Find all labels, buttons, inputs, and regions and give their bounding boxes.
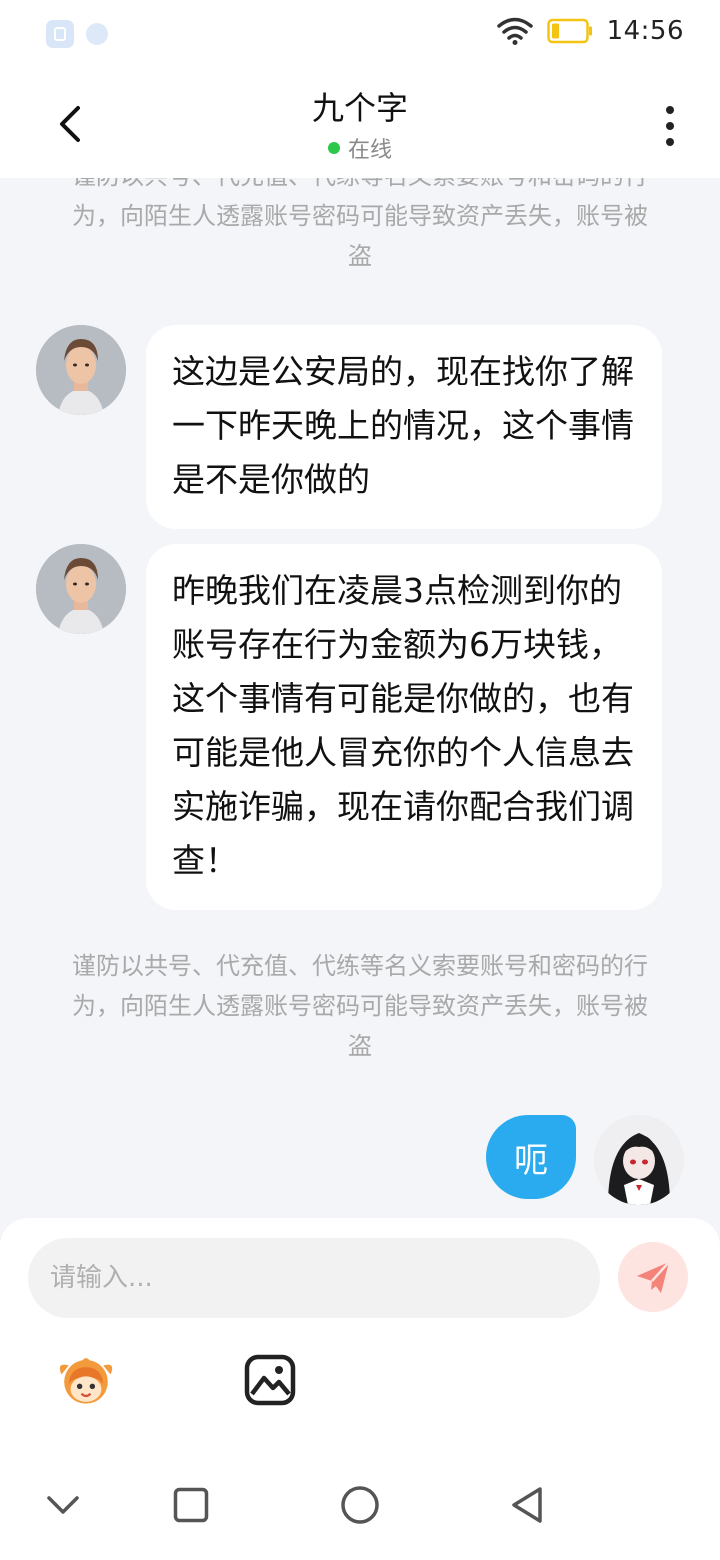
status-time: 14:56 bbox=[606, 16, 684, 46]
chevron-down-icon bbox=[47, 1496, 79, 1514]
cartoon-face-icon bbox=[59, 1358, 113, 1404]
avatar-portrait-icon bbox=[36, 325, 126, 415]
app-notification-icon bbox=[86, 23, 108, 45]
avatar-portrait-icon bbox=[36, 544, 126, 634]
input-panel bbox=[0, 1218, 720, 1450]
battery-icon bbox=[546, 18, 592, 44]
image-button[interactable] bbox=[240, 1350, 300, 1410]
app-notification-icon bbox=[46, 20, 74, 48]
more-dot-icon bbox=[666, 106, 674, 114]
chat-title: 九个字 bbox=[311, 89, 408, 127]
message-list[interactable]: 谨防以共号、代充值、代练等名义索要账号和密码的行为，向陌生人透露账号密码可能导致… bbox=[0, 178, 720, 1218]
contact-avatar[interactable] bbox=[36, 544, 126, 634]
sticker-button[interactable] bbox=[56, 1350, 116, 1410]
nav-recents-button[interactable] bbox=[166, 1480, 216, 1530]
system-nav-bar bbox=[0, 1450, 720, 1560]
status-bar: 14:56 bbox=[0, 0, 720, 70]
square-icon bbox=[173, 1487, 209, 1523]
online-status-label: 在线 bbox=[347, 138, 392, 163]
avatar-anime-girl-icon bbox=[594, 1115, 684, 1205]
more-options-button[interactable] bbox=[652, 102, 688, 150]
outgoing-message-bubble[interactable]: 呃 bbox=[486, 1115, 576, 1199]
circle-icon bbox=[341, 1486, 379, 1524]
triangle-back-icon bbox=[512, 1487, 542, 1523]
security-notice: 谨防以共号、代充值、代练等名义索要账号和密码的行为，向陌生人透露账号密码可能导致… bbox=[72, 952, 648, 1060]
paper-plane-icon bbox=[637, 1261, 670, 1293]
nav-home-button[interactable] bbox=[335, 1480, 385, 1530]
security-notice: 谨防以共号、代充值、代练等名义索要账号和密码的行为，向陌生人透露账号密码可能导致… bbox=[72, 178, 648, 270]
more-dot-icon bbox=[666, 138, 674, 146]
image-icon bbox=[244, 1354, 296, 1406]
my-avatar[interactable] bbox=[594, 1115, 684, 1205]
contact-avatar[interactable] bbox=[36, 325, 126, 415]
online-dot-icon bbox=[327, 142, 340, 154]
nav-hide-keyboard-button[interactable] bbox=[38, 1480, 88, 1530]
nav-back-button[interactable] bbox=[502, 1480, 552, 1530]
message-input[interactable] bbox=[28, 1238, 600, 1318]
send-button[interactable] bbox=[618, 1242, 688, 1312]
online-status: 在线 bbox=[327, 132, 392, 164]
incoming-message-bubble[interactable]: 这边是公安局的，现在找你了解一下昨天晚上的情况，这个事情是不是你做的 bbox=[146, 325, 662, 529]
incoming-message-bubble[interactable]: 昨晚我们在凌晨3点检测到你的账号存在行为金额为6万块钱，这个事情有可能是你做的，… bbox=[146, 544, 662, 910]
more-dot-icon bbox=[666, 122, 674, 130]
wifi-icon bbox=[496, 17, 533, 45]
chat-header: 九个字 在线 bbox=[0, 70, 720, 178]
